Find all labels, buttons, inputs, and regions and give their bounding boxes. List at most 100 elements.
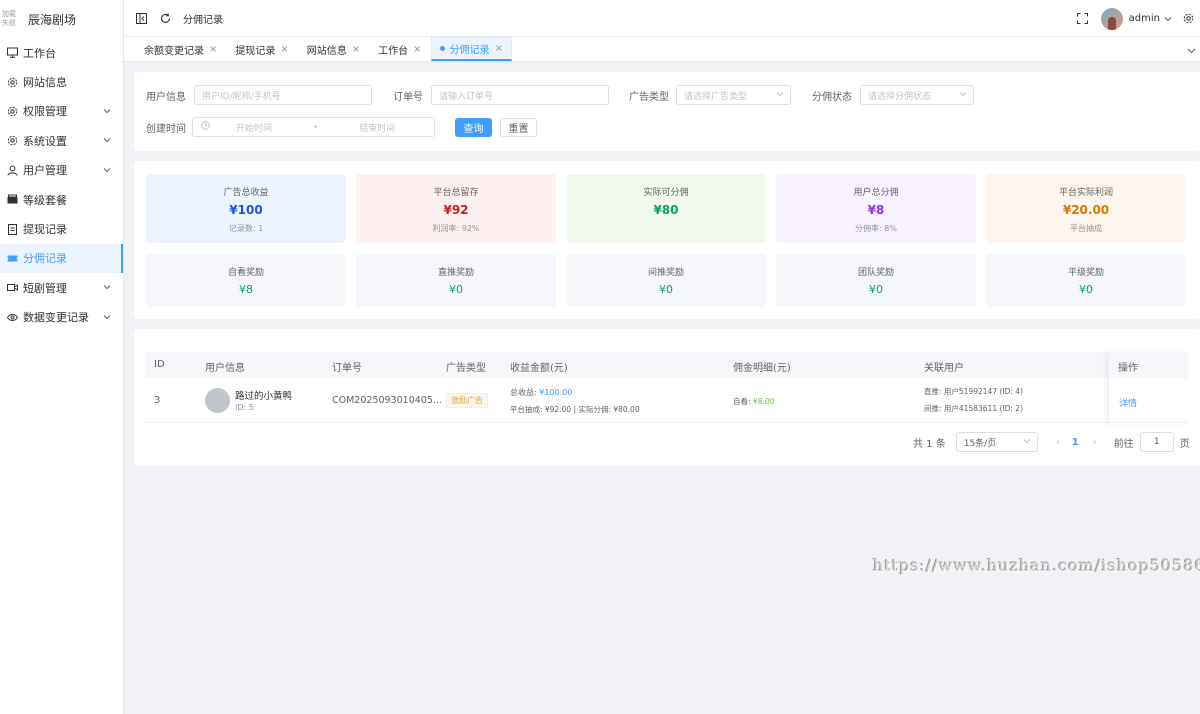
- ad-type-placeholder: 请选择广告类型: [684, 91, 748, 102]
- sidebar-item-label: 短剧管理: [23, 281, 67, 295]
- income-total: 总收益: ¥100.00: [510, 387, 572, 398]
- prev-page-icon[interactable]: ‹: [1056, 437, 1060, 448]
- video-icon: [6, 282, 18, 294]
- search-button[interactable]: 查询: [455, 117, 492, 137]
- sidebar-item-4[interactable]: 用户管理: [0, 156, 123, 185]
- sidebar-item-6[interactable]: 提现记录: [0, 214, 123, 243]
- settings-gear-icon[interactable]: [1182, 13, 1194, 25]
- active-dot: [439, 46, 445, 51]
- end-time-placeholder[interactable]: 结束时间: [359, 121, 395, 134]
- chevron-down-icon: [103, 134, 111, 147]
- column-header: 订单号: [332, 363, 362, 374]
- order-no-input[interactable]: 请输入订单号: [431, 85, 609, 105]
- current-page[interactable]: 1: [1072, 437, 1079, 448]
- username[interactable]: admin: [1129, 13, 1160, 24]
- filter-row-1: 用户信息 用户ID/昵称/手机号 订单号 请输入订单号 广告类型 请选择广告类型…: [146, 85, 974, 105]
- tab-1[interactable]: 提现记录 ×: [226, 37, 297, 61]
- tab-4[interactable]: 分佣记录 ×: [430, 37, 512, 61]
- detail-link[interactable]: 详情: [1119, 396, 1137, 409]
- sidebar-item-5[interactable]: 等级套餐: [0, 185, 123, 214]
- breadcrumb: 分佣记录: [183, 14, 223, 26]
- reward-value: ¥0: [869, 283, 883, 296]
- page-suffix: 页: [1179, 438, 1190, 450]
- reward-card: 直推奖励 ¥0: [356, 254, 556, 307]
- stat-subtitle: 记录数: 1: [228, 224, 264, 233]
- income-total-label: 总收益:: [510, 388, 537, 397]
- sidebar-item-9[interactable]: 数据变更记录: [0, 303, 123, 332]
- order-no-label: 订单号: [393, 91, 423, 103]
- fullscreen-icon[interactable]: [1077, 13, 1089, 25]
- sidebar-item-2[interactable]: 权限管理: [0, 97, 123, 126]
- sidebar-item-3[interactable]: 系统设置: [0, 126, 123, 155]
- ticket-icon: [6, 252, 18, 264]
- stat-value: ¥20.00: [1062, 203, 1110, 217]
- close-icon[interactable]: ×: [352, 44, 360, 55]
- range-separator: -: [314, 122, 318, 132]
- user-icon: [6, 164, 18, 176]
- reward-value: ¥0: [1079, 283, 1093, 296]
- table-header: ID 用户信息 订单号 广告类型 收益金额(元) 佣金明细(元) 关联用户 操作: [146, 352, 1188, 424]
- monitor-icon: [6, 47, 18, 59]
- stats-panel: 广告总收益 ¥100 记录数: 1 平台总留存 ¥92 利润率: 92% 实际可分佣 ¥80 用…: [134, 161, 1200, 319]
- sidebar-item-7[interactable]: 分佣记录: [0, 243, 123, 274]
- stat-subtitle: 分佣率: 8%: [855, 224, 897, 233]
- wallet-icon: [6, 194, 18, 206]
- user-info-label: 用户信息: [146, 91, 186, 103]
- date-range-picker[interactable]: 开始时间 - 结束时间: [192, 117, 435, 137]
- document-icon: [6, 223, 18, 235]
- stat-value: ¥100: [229, 203, 263, 217]
- tabs-dropdown-icon[interactable]: [1187, 44, 1196, 58]
- commission-detail: 自看: ¥8.00: [733, 396, 774, 407]
- sidebar-item-0[interactable]: 工作台: [0, 38, 123, 67]
- column-header: 广告类型: [446, 363, 486, 374]
- chevron-down-icon: [103, 311, 111, 324]
- sidebar-item-label: 用户管理: [23, 164, 67, 178]
- close-icon[interactable]: ×: [413, 44, 421, 55]
- close-icon[interactable]: ×: [209, 44, 217, 55]
- tab-2[interactable]: 网站信息 ×: [298, 37, 369, 61]
- avatar[interactable]: [1100, 7, 1123, 30]
- app-title: 辰海剧场: [28, 12, 77, 27]
- commission-status-select[interactable]: 请选择分佣状态: [860, 85, 974, 105]
- stat-card: 实际可分佣 ¥80: [566, 174, 766, 243]
- tab-0[interactable]: 余额变更记录 ×: [135, 37, 226, 61]
- stat-card: 广告总收益 ¥100 记录数: 1: [146, 174, 346, 243]
- stat-title: 平台总留存: [433, 188, 479, 198]
- related-indirect-user: 间推: 用户41583611 (ID: 2): [924, 404, 1023, 413]
- created-time-label: 创建时间: [146, 123, 186, 135]
- reset-button[interactable]: 重置: [500, 117, 537, 137]
- reward-title: 团队奖励: [857, 268, 894, 278]
- user-info-input[interactable]: 用户ID/昵称/手机号: [194, 85, 372, 105]
- pagination: 共 1 条 15条/页 ‹ 1 › 前往 1 页: [913, 432, 1190, 452]
- chevron-down-icon: [103, 105, 111, 118]
- reward-title: 自看奖励: [227, 268, 264, 278]
- goto-page-input[interactable]: 1: [1139, 432, 1174, 452]
- stat-card: 平台总留存 ¥92 利润率: 92%: [356, 174, 556, 243]
- close-icon[interactable]: ×: [280, 44, 288, 55]
- table-row: 3 路过的小黄鸭 ID: 5 COM2025093010405... 激励广告 …: [146, 378, 1188, 423]
- chevron-down-icon[interactable]: [1164, 12, 1172, 26]
- column-header: 收益金额(元): [510, 363, 568, 374]
- tab-label: 工作台: [378, 45, 409, 57]
- sidebar-item-1[interactable]: 网站信息: [0, 67, 123, 96]
- logo: 加载失败 辰海剧场: [0, 0, 123, 38]
- page-size-select[interactable]: 15条/页: [955, 432, 1038, 452]
- ad-type-select[interactable]: 请选择广告类型: [676, 85, 791, 105]
- next-page-icon[interactable]: ›: [1093, 437, 1097, 448]
- tab-bar: 余额变更记录 × 提现记录 × 网站信息 × 工作台 × 分佣记录 ×: [124, 37, 1200, 62]
- reward-value: ¥0: [659, 283, 673, 296]
- start-time-placeholder[interactable]: 开始时间: [236, 121, 272, 134]
- sidebar-item-8[interactable]: 短剧管理: [0, 273, 123, 302]
- sidebar-item-label: 网站信息: [23, 76, 67, 90]
- collapse-sidebar-icon[interactable]: [135, 12, 147, 24]
- tab-3[interactable]: 工作台 ×: [369, 37, 430, 61]
- refresh-icon[interactable]: [159, 12, 171, 24]
- stat-subtitle: 利润率: 92%: [432, 224, 480, 233]
- sidebar-menu: 工作台网站信息权限管理 系统设置用户管理等级套餐 提现记录 分佣记录短剧管理数据变更记…: [0, 38, 123, 332]
- stat-title: 实际可分佣: [643, 188, 689, 198]
- tab-label: 网站信息: [306, 45, 347, 57]
- reward-card: 自看奖励 ¥8: [146, 254, 346, 307]
- close-icon[interactable]: ×: [495, 43, 503, 54]
- sidebar-item-label: 工作台: [23, 46, 56, 60]
- row-id: 3: [154, 395, 161, 406]
